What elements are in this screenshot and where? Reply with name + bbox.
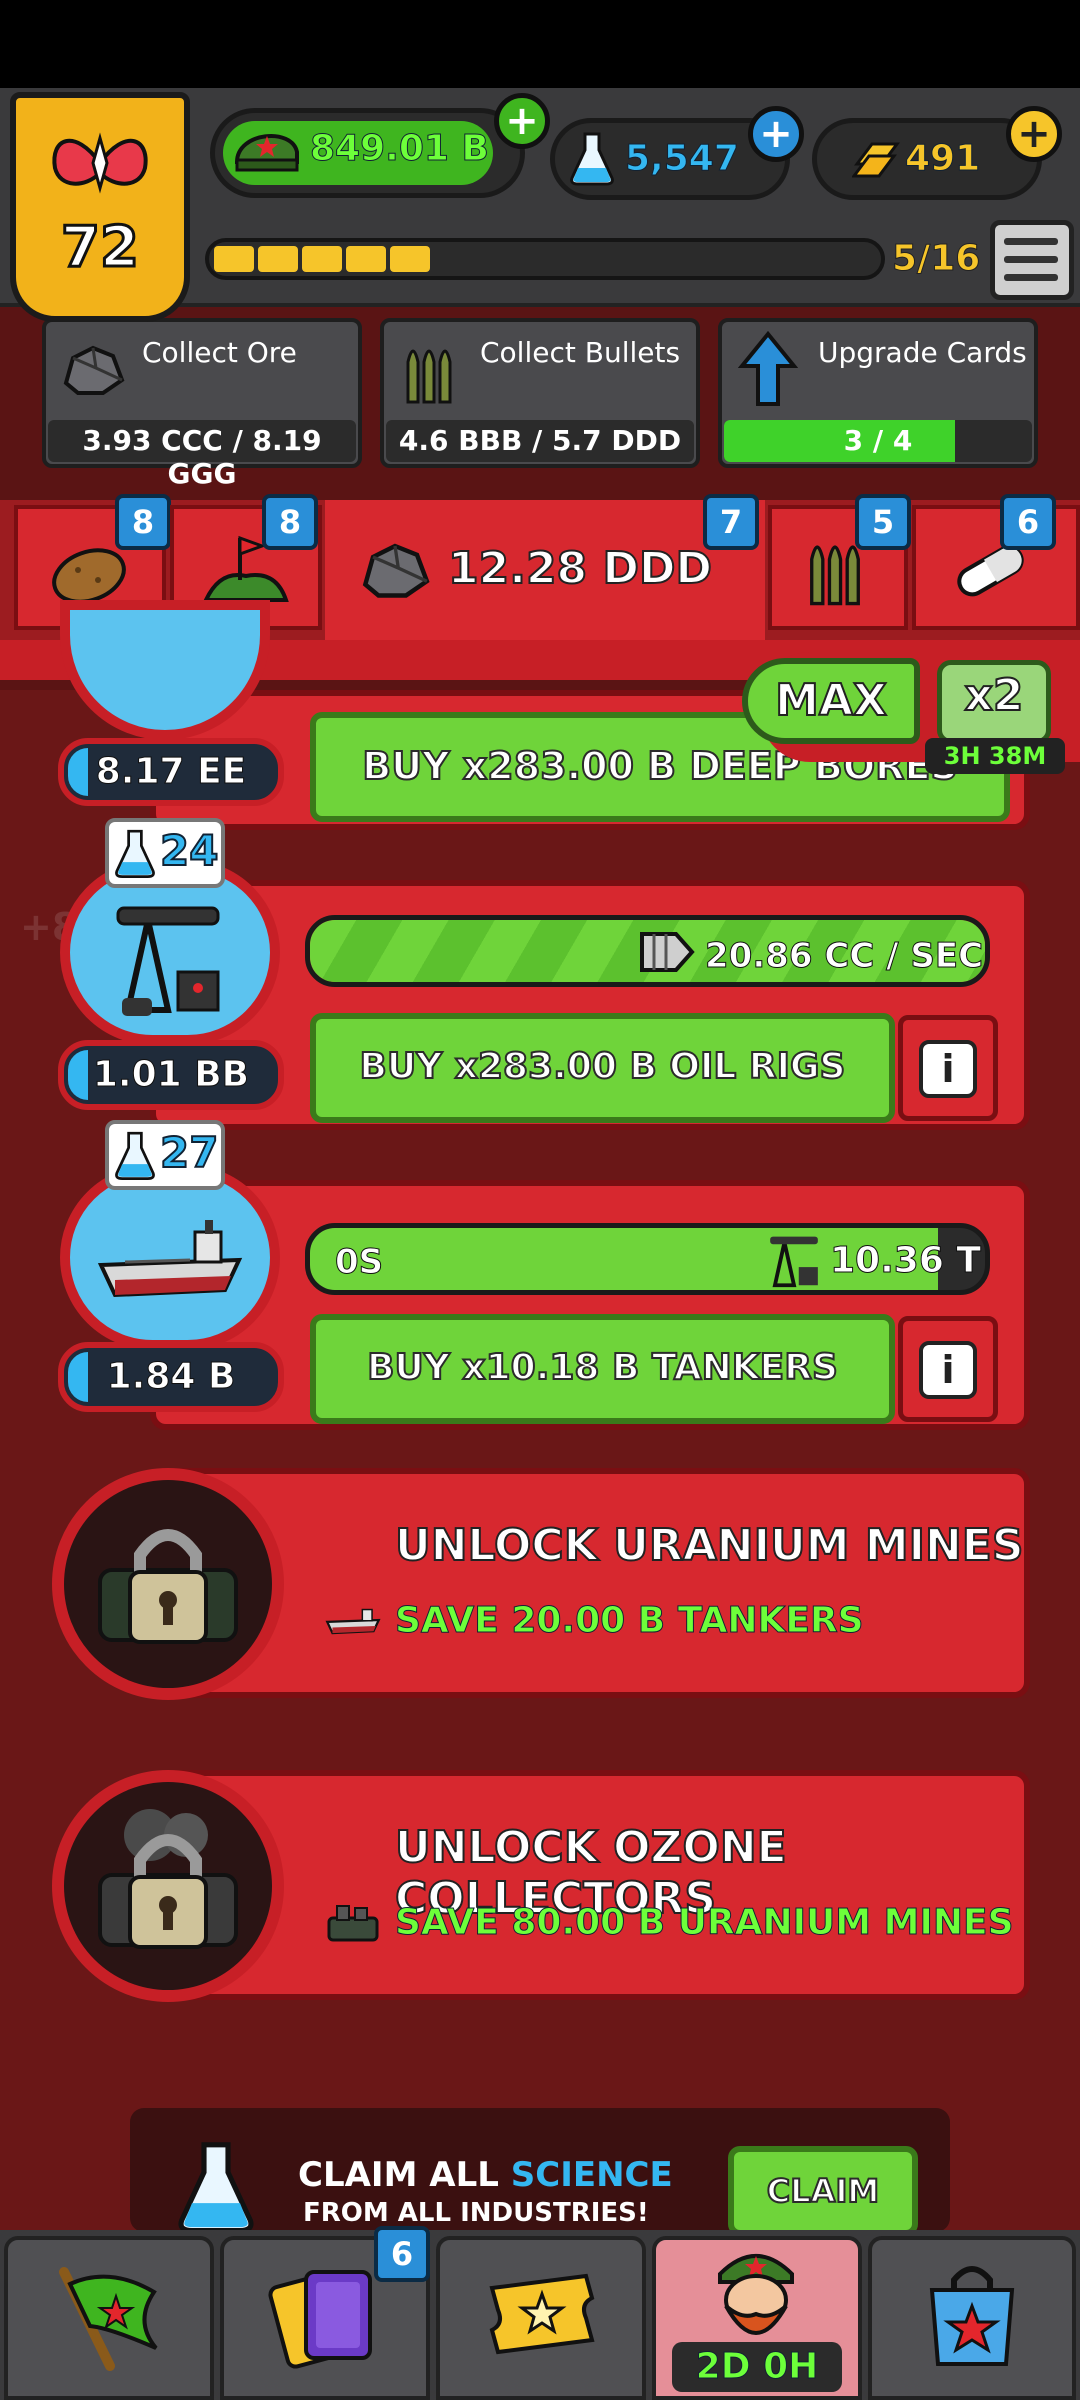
claim-science-word: SCIENCE bbox=[510, 2155, 673, 2195]
padlock-icon bbox=[98, 1809, 238, 1949]
add-science-button[interactable]: + bbox=[748, 106, 804, 162]
oil-rigs-rate: 20.86 CC / SEC bbox=[704, 936, 984, 977]
level-progress-text: 5/16 bbox=[891, 238, 981, 280]
menu-icon bbox=[1004, 238, 1058, 245]
quest-title: Upgrade Cards bbox=[818, 336, 1027, 369]
army-cap-icon bbox=[234, 134, 299, 172]
oil-rig-icon bbox=[770, 1236, 818, 1288]
event-timer: 2D 0H bbox=[672, 2342, 842, 2392]
progress-segment bbox=[346, 246, 386, 272]
flag-icon bbox=[59, 2267, 158, 2371]
gold-value: 491 bbox=[904, 138, 981, 180]
oil-rigs-owned: 1.01 BB bbox=[58, 1040, 284, 1110]
tab-flag-count: 8 bbox=[262, 494, 318, 550]
tab-ore-count: 7 bbox=[703, 494, 759, 550]
gold-bars-icon bbox=[852, 142, 900, 178]
quest-title: Collect Bullets bbox=[480, 336, 681, 369]
tab-potato-count: 8 bbox=[115, 494, 171, 550]
buy-mode-max-button[interactable]: MAX bbox=[742, 658, 920, 744]
quest-progress-text: 3.93 CCC / 8.19 GGG bbox=[82, 424, 322, 490]
player-level: 72 bbox=[60, 214, 141, 282]
buy-tankers-button[interactable]: BUY x10.18 B TANKERS bbox=[310, 1314, 895, 1424]
add-gold-button[interactable]: + bbox=[1006, 106, 1062, 162]
science-reward-value: 24 bbox=[159, 825, 219, 876]
bullets-icon bbox=[406, 349, 452, 404]
ticket-star-icon bbox=[489, 2273, 595, 2355]
unlock-ozone-save: SAVE 80.00 B URANIUM MINES bbox=[395, 1902, 1015, 1944]
owned-progress-fill bbox=[68, 1352, 88, 1402]
owned-progress-fill bbox=[68, 748, 88, 796]
owned-value: 1.84 B bbox=[106, 1356, 236, 1398]
upgrade-arrow-icon bbox=[738, 330, 798, 406]
progress-segment bbox=[390, 246, 430, 272]
general-avatar-icon bbox=[718, 2254, 794, 2335]
science-value: 5,547 bbox=[625, 138, 740, 180]
unlock-uranium-mines-card[interactable] bbox=[160, 1468, 1030, 1698]
quest-title: Collect Ore bbox=[142, 336, 297, 369]
drill-icon bbox=[640, 932, 695, 972]
science-flask-icon bbox=[115, 1131, 155, 1180]
claim-line1-text: CLAIM ALL bbox=[298, 2155, 499, 2195]
owned-value: 8.17 EE bbox=[95, 751, 247, 793]
science-flask-icon bbox=[115, 829, 155, 878]
science-flask-icon bbox=[178, 2142, 254, 2234]
menu-icon-line bbox=[1004, 256, 1058, 263]
ore-rock-icon bbox=[63, 345, 125, 395]
tab-bullets-count: 5 bbox=[855, 494, 911, 550]
quest-progress-text: 3 / 4 bbox=[843, 424, 913, 457]
tanker-ship-icon bbox=[325, 1608, 381, 1635]
progress-segment bbox=[302, 246, 342, 272]
uranium-mine-icon bbox=[327, 1905, 379, 1942]
cards-icon bbox=[268, 2270, 372, 2369]
claim-button[interactable]: CLAIM bbox=[728, 2146, 918, 2236]
claim-line2: FROM ALL INDUSTRIES! bbox=[303, 2198, 649, 2228]
tab-pill-count: 6 bbox=[1000, 494, 1056, 550]
buy-oil-rigs-button[interactable]: BUY x283.00 B OIL RIGS bbox=[310, 1013, 895, 1123]
owned-value: 1.01 BB bbox=[92, 1054, 250, 1096]
science-flask-icon bbox=[570, 132, 614, 186]
unlock-uranium-save: SAVE 20.00 B TANKERS bbox=[395, 1600, 865, 1642]
owned-progress-fill bbox=[68, 1050, 88, 1100]
oil-rigs-info-button[interactable]: i bbox=[898, 1015, 998, 1121]
cards-badge: 6 bbox=[374, 2226, 430, 2282]
ore-rock-icon bbox=[362, 543, 430, 598]
info-icon: i bbox=[919, 1040, 977, 1098]
oil-rig-icon bbox=[116, 906, 220, 1016]
boost-timer: 3H 38M bbox=[925, 738, 1065, 774]
quest-progress-text: 4.6 BBB / 5.7 DDD bbox=[398, 424, 682, 457]
claim-line1: CLAIM ALL SCIENCE bbox=[298, 2155, 673, 2195]
unlock-uranium-title: UNLOCK URANIUM MINES bbox=[394, 1519, 1025, 1572]
shop-bag-icon bbox=[929, 2266, 1015, 2366]
tankers-owned: 1.84 B bbox=[58, 1342, 284, 1412]
deep-bores-owned: 8.17 EE bbox=[58, 738, 284, 806]
boost-multiplier: x2 bbox=[964, 669, 1025, 722]
ore-total: 12.28 DDD bbox=[447, 542, 713, 595]
cash-value: 849.01 B bbox=[310, 128, 490, 170]
tanker-ship-icon bbox=[97, 1220, 243, 1298]
tankers-info-button[interactable]: i bbox=[898, 1316, 998, 1422]
tankers-timer: 0S bbox=[334, 1242, 384, 1283]
progress-segment bbox=[258, 246, 298, 272]
menu-icon-line bbox=[1004, 274, 1058, 281]
add-cash-button[interactable]: + bbox=[494, 93, 550, 149]
potato-icon bbox=[52, 548, 126, 604]
tankers-output: 10.36 T bbox=[830, 1240, 982, 1282]
wings-emblem-icon bbox=[52, 132, 148, 194]
info-icon: i bbox=[919, 1341, 977, 1399]
science-reward-value: 27 bbox=[159, 1127, 219, 1178]
status-bar bbox=[0, 0, 1080, 88]
progress-segment bbox=[214, 246, 254, 272]
padlock-icon bbox=[98, 1529, 238, 1644]
